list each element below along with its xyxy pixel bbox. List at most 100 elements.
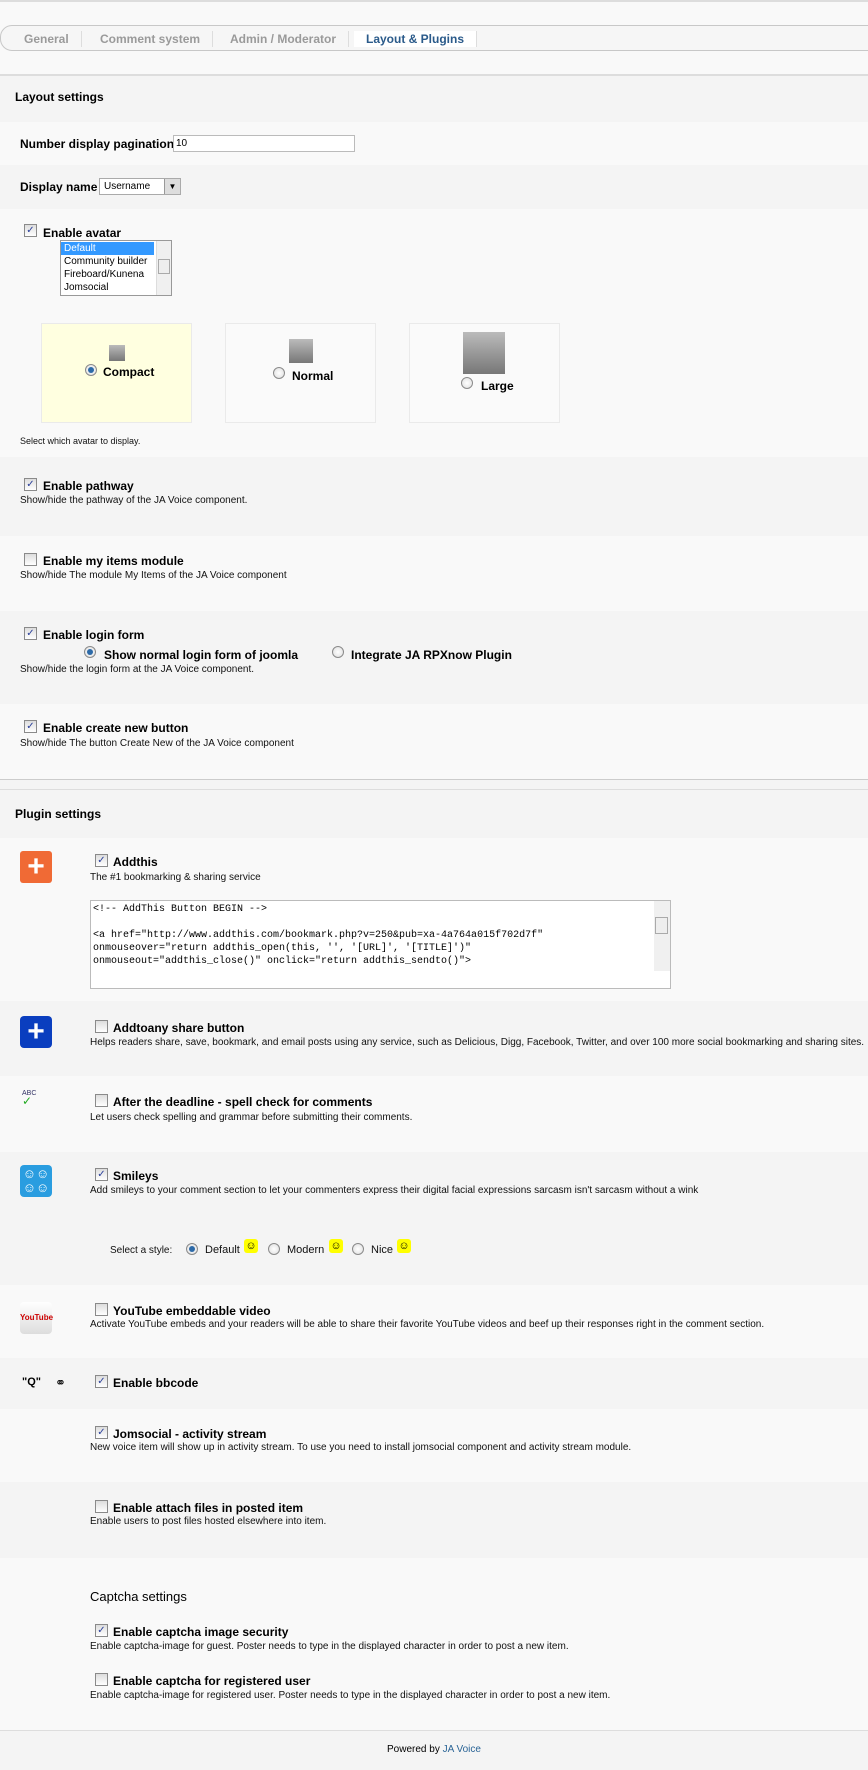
my-items-row: Enable my items module Show/hide The mod… — [0, 536, 868, 611]
captcha-registered-desc: Enable captcha-image for registered user… — [90, 1690, 611, 1701]
youtube-desc: Activate YouTube embeds and your readers… — [90, 1319, 765, 1330]
display-name-select[interactable]: Username ▼ — [99, 178, 181, 195]
smiley-icon: ☺ — [244, 1239, 258, 1253]
style-modern-label: Modern — [287, 1244, 325, 1256]
deadline-label: After the deadline - spell check for com… — [113, 1095, 373, 1109]
quote-icon: "Q" — [22, 1376, 41, 1388]
login-label: Enable login form — [43, 628, 145, 642]
tab-bar: General Comment system Admin / Moderator… — [0, 25, 868, 51]
display-name-label: Display name — [20, 180, 98, 194]
style-nice-radio[interactable] — [352, 1243, 364, 1255]
captcha-image-desc: Enable captcha-image for guest. Poster n… — [90, 1641, 569, 1652]
create-new-row: ✓ Enable create new button Show/hide The… — [0, 704, 868, 779]
pagination-input[interactable] — [173, 135, 355, 152]
addtoany-label: Addtoany share button — [113, 1021, 245, 1035]
listbox-option[interactable]: Fireboard/Kunena — [61, 268, 171, 281]
enable-login-checkbox[interactable]: ✓ — [24, 627, 37, 640]
textarea-scrollbar[interactable] — [654, 901, 670, 971]
style-modern-radio[interactable] — [268, 1243, 280, 1255]
divider — [0, 779, 868, 790]
style-default-radio[interactable] — [186, 1243, 198, 1255]
youtube-icon: YouTube — [20, 1302, 53, 1334]
captcha-image-label: Enable captcha image security — [113, 1625, 289, 1639]
avatar-normal-option[interactable]: Normal — [225, 323, 376, 423]
addthis-checkbox[interactable]: ✓ — [95, 854, 108, 867]
my-items-desc: Show/hide The module My Items of the JA … — [20, 570, 287, 581]
login-normal-label: Show normal login form of joomla — [104, 648, 298, 662]
youtube-row: YouTube YouTube embeddable video Activat… — [0, 1285, 868, 1358]
smiley-icon: ☺ — [397, 1239, 411, 1253]
smileys-label: Smileys — [113, 1169, 159, 1183]
compact-radio[interactable] — [85, 364, 97, 376]
create-new-desc: Show/hide The button Create New of the J… — [20, 738, 294, 749]
attach-label: Enable attach files in posted item — [113, 1501, 304, 1515]
large-radio[interactable] — [461, 377, 473, 389]
enable-pathway-checkbox[interactable]: ✓ — [24, 478, 37, 491]
captcha-registered-label: Enable captcha for registered user — [113, 1674, 311, 1688]
addtoany-checkbox[interactable] — [95, 1020, 108, 1033]
footer-text: Powered by — [387, 1744, 440, 1755]
pathway-row: ✓ Enable pathway Show/hide the pathway o… — [0, 457, 868, 536]
style-default-label: Default — [205, 1244, 240, 1256]
style-label: Select a style: — [110, 1245, 173, 1256]
section-title: Plugin settings — [15, 807, 102, 821]
youtube-checkbox[interactable] — [95, 1303, 108, 1316]
addthis-code-textarea[interactable]: <!-- AddThis Button BEGIN --> <a href="h… — [90, 900, 671, 989]
addtoany-row: + Addtoany share button Helps readers sh… — [0, 1001, 868, 1076]
jomsocial-label: Jomsocial - activity stream — [113, 1427, 267, 1441]
compact-label: Compact — [103, 365, 155, 379]
captcha-image-checkbox[interactable]: ✓ — [95, 1624, 108, 1637]
avatar-large-option[interactable]: Large — [409, 323, 560, 423]
login-normal-radio[interactable] — [84, 646, 96, 658]
smiley-icon: ☺ — [329, 1239, 343, 1253]
listbox-option[interactable]: Community builder — [61, 255, 171, 268]
smileys-icon: ☺☺ ☺☺ — [20, 1165, 52, 1197]
scrollbar[interactable] — [156, 241, 171, 295]
enable-create-new-checkbox[interactable]: ✓ — [24, 720, 37, 733]
display-name-row: Display name Username ▼ — [0, 165, 868, 209]
enable-avatar-label: Enable avatar — [43, 226, 122, 240]
deadline-desc: Let users check spelling and grammar bef… — [90, 1112, 413, 1123]
large-label: Large — [481, 379, 514, 393]
bbcode-checkbox[interactable]: ✓ — [95, 1375, 108, 1388]
enable-avatar-checkbox[interactable]: ✓ — [24, 224, 37, 237]
avatar-source-listbox[interactable]: Default Community builder Fireboard/Kune… — [60, 240, 172, 296]
attach-desc: Enable users to post files hosted elsewh… — [90, 1516, 327, 1527]
jomsocial-desc: New voice item will show up in activity … — [90, 1442, 632, 1453]
normal-radio[interactable] — [273, 367, 285, 379]
spellcheck-icon: ABC ✓ — [22, 1090, 37, 1108]
smileys-row: ☺☺ ☺☺ ✓ Smileys Add smileys to your comme… — [0, 1152, 868, 1285]
jomsocial-checkbox[interactable]: ✓ — [95, 1426, 108, 1439]
captcha-heading: Captcha settings — [90, 1589, 187, 1604]
addthis-desc: The #1 bookmarking & sharing service — [90, 872, 261, 883]
captcha-registered-checkbox[interactable] — [95, 1673, 108, 1686]
display-name-value: Username — [104, 181, 151, 192]
pagination-label: Number display pagination — [20, 137, 175, 151]
attach-row: Enable attach files in posted item Enabl… — [0, 1482, 868, 1558]
listbox-option[interactable]: Jomsocial — [61, 281, 171, 294]
footer: Powered by JA Voice — [0, 1730, 868, 1770]
tab-comment-system[interactable]: Comment system — [88, 31, 214, 47]
captcha-section: Captcha settings ✓ Enable captcha image … — [0, 1558, 868, 1730]
attach-checkbox[interactable] — [95, 1500, 108, 1513]
tab-admin-moderator[interactable]: Admin / Moderator — [218, 31, 350, 47]
layout-settings-header: Layout settings — [0, 76, 868, 122]
bbcode-row: "Q" ⚭ ✓ Enable bbcode — [0, 1358, 868, 1409]
tab-layout-plugins[interactable]: Layout & Plugins — [354, 31, 478, 47]
plus-orange-icon: + — [20, 851, 52, 883]
enable-my-items-checkbox[interactable] — [24, 553, 37, 566]
jomsocial-row: ✓ Jomsocial - activity stream New voice … — [0, 1409, 868, 1482]
normal-label: Normal — [292, 369, 334, 383]
avatar-compact-option[interactable]: Compact — [41, 323, 192, 423]
login-desc: Show/hide the login form at the JA Voice… — [20, 664, 255, 675]
deadline-row: ABC ✓ After the deadline - spell check fo… — [0, 1076, 868, 1152]
smileys-checkbox[interactable]: ✓ — [95, 1168, 108, 1181]
ja-voice-link[interactable]: JA Voice — [443, 1744, 481, 1755]
tab-general[interactable]: General — [12, 31, 82, 47]
login-rpx-radio[interactable] — [332, 646, 344, 658]
deadline-checkbox[interactable] — [95, 1094, 108, 1107]
avatar-help: Select which avatar to display. — [20, 436, 141, 446]
smileys-desc: Add smileys to your comment section to l… — [90, 1185, 699, 1196]
addthis-row: + ✓ Addthis The #1 bookmarking & sharing… — [0, 838, 868, 1001]
listbox-option[interactable]: Default — [61, 242, 154, 255]
